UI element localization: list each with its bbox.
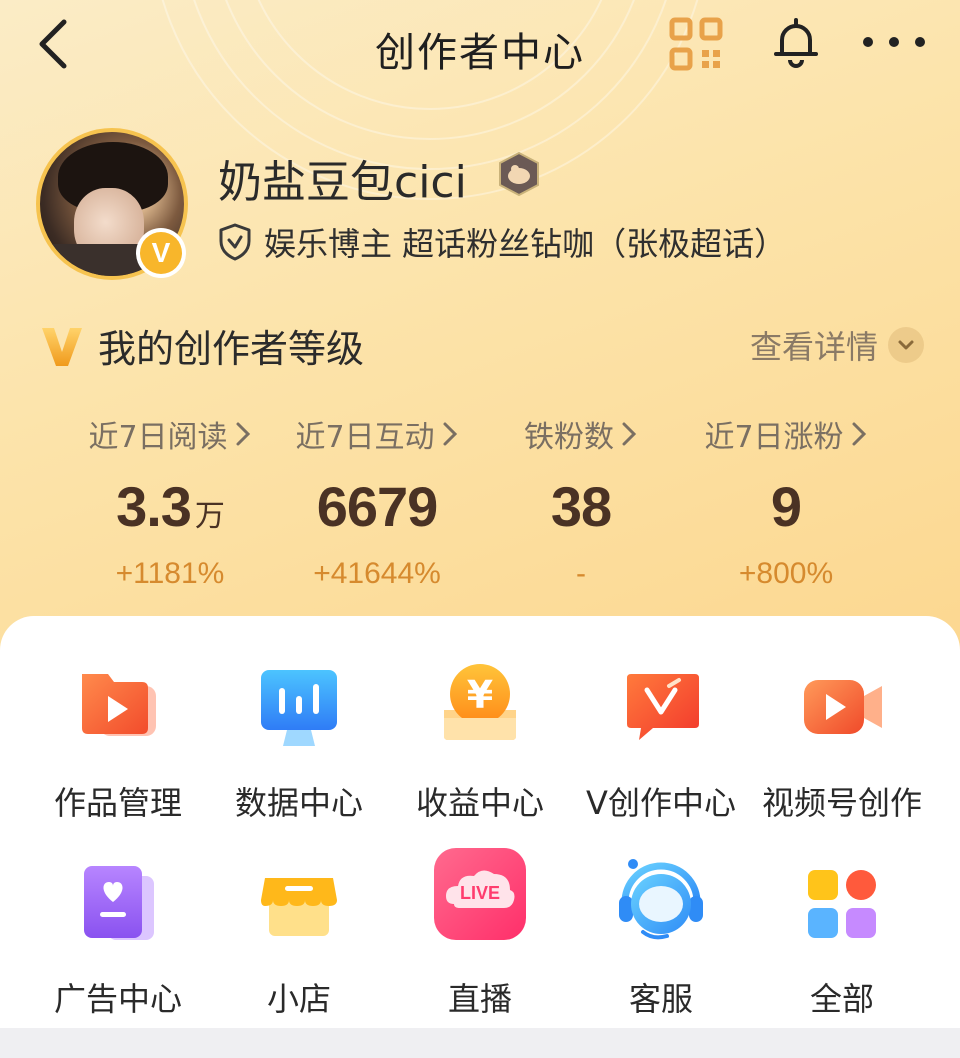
verification-text: 娱乐博主 超话粉丝钻咖（张极超话） bbox=[264, 225, 787, 263]
v-creator-icon bbox=[613, 660, 709, 756]
qr-code-icon[interactable] bbox=[668, 16, 724, 72]
tool-shop[interactable]: 小店 bbox=[209, 856, 389, 1020]
stat-iron-fans[interactable]: 铁粉数 38 - bbox=[481, 412, 681, 591]
shield-check-icon bbox=[219, 223, 251, 261]
stat-value: 38 bbox=[550, 475, 612, 538]
stat-value: 3.3 bbox=[116, 475, 192, 538]
username[interactable]: 奶盐豆包cici bbox=[218, 146, 467, 210]
tools-panel: 作品管理 数据中心 ¥ 收益中心 V创作中心 视频号创作 广告中心 小店 LIV… bbox=[0, 616, 960, 1028]
tool-revenue-center[interactable]: ¥ 收益中心 bbox=[390, 660, 570, 824]
stat-new-fans[interactable]: 近7日涨粉 9 +800% bbox=[686, 412, 886, 591]
data-chart-icon bbox=[251, 660, 347, 756]
tool-customer-service[interactable]: 客服 bbox=[571, 856, 751, 1020]
creator-v-icon bbox=[42, 327, 82, 366]
stat-interactions[interactable]: 近7日互动 6679 +41644% bbox=[277, 412, 477, 591]
stat-unit: 万 bbox=[194, 500, 225, 533]
top-bar: 创作者中心 bbox=[0, 0, 960, 92]
chevron-down-icon bbox=[888, 327, 924, 363]
avatar[interactable]: V bbox=[36, 128, 188, 280]
chevron-right-icon bbox=[622, 422, 637, 446]
creator-level-title: 我的创作者等级 bbox=[98, 327, 365, 371]
tool-data-center[interactable]: 数据中心 bbox=[209, 660, 389, 824]
shop-icon bbox=[251, 856, 347, 952]
folder-play-icon bbox=[70, 660, 166, 756]
verification-row[interactable]: 娱乐博主 超话粉丝钻咖（张极超话） bbox=[218, 220, 786, 264]
stat-delta: +41644% bbox=[313, 557, 441, 590]
live-icon-text: LIVE bbox=[459, 883, 500, 903]
video-camera-icon bbox=[794, 660, 890, 756]
more-options-icon[interactable] bbox=[858, 22, 930, 62]
all-grid-icon bbox=[794, 856, 890, 952]
stat-reads[interactable]: 近7日阅读 3.3 万 +1181% bbox=[70, 412, 270, 591]
tool-video-channel[interactable]: 视频号创作 bbox=[752, 660, 932, 824]
tool-all[interactable]: 全部 bbox=[752, 856, 932, 1020]
stat-value: 9 bbox=[770, 475, 802, 538]
verified-badge-icon: V bbox=[136, 228, 186, 278]
tool-v-creator-center[interactable]: V创作中心 bbox=[571, 660, 751, 824]
chevron-right-icon bbox=[236, 422, 250, 446]
chevron-right-icon bbox=[443, 422, 457, 446]
view-details-link[interactable]: 查看详情 bbox=[750, 322, 924, 368]
stat-delta: +1181% bbox=[115, 557, 225, 590]
yen-coin-icon: ¥ bbox=[432, 660, 528, 756]
stat-value: 6679 bbox=[316, 475, 439, 538]
svg-text:¥: ¥ bbox=[467, 673, 493, 717]
creator-center-page: 创作者中心 V 奶盐豆包cici 娱乐博主 超话粉丝钻咖（张极超话） 我的创作者… bbox=[0, 0, 960, 1058]
stat-delta: - bbox=[576, 557, 586, 590]
user-level-badge-icon[interactable] bbox=[496, 151, 542, 197]
bottom-divider bbox=[0, 1028, 960, 1058]
chevron-right-icon bbox=[852, 422, 866, 446]
headset-icon bbox=[613, 856, 709, 952]
stat-delta: +800% bbox=[738, 557, 834, 590]
creator-level-row[interactable]: 我的创作者等级 bbox=[40, 318, 364, 373]
tool-live[interactable]: LIVE 直播 bbox=[390, 846, 570, 1020]
bell-icon[interactable] bbox=[768, 14, 824, 70]
tool-works-management[interactable]: 作品管理 bbox=[28, 660, 208, 824]
tool-ad-center[interactable]: 广告中心 bbox=[28, 856, 208, 1020]
live-icon: LIVE bbox=[432, 846, 528, 942]
heart-card-icon bbox=[70, 856, 166, 952]
